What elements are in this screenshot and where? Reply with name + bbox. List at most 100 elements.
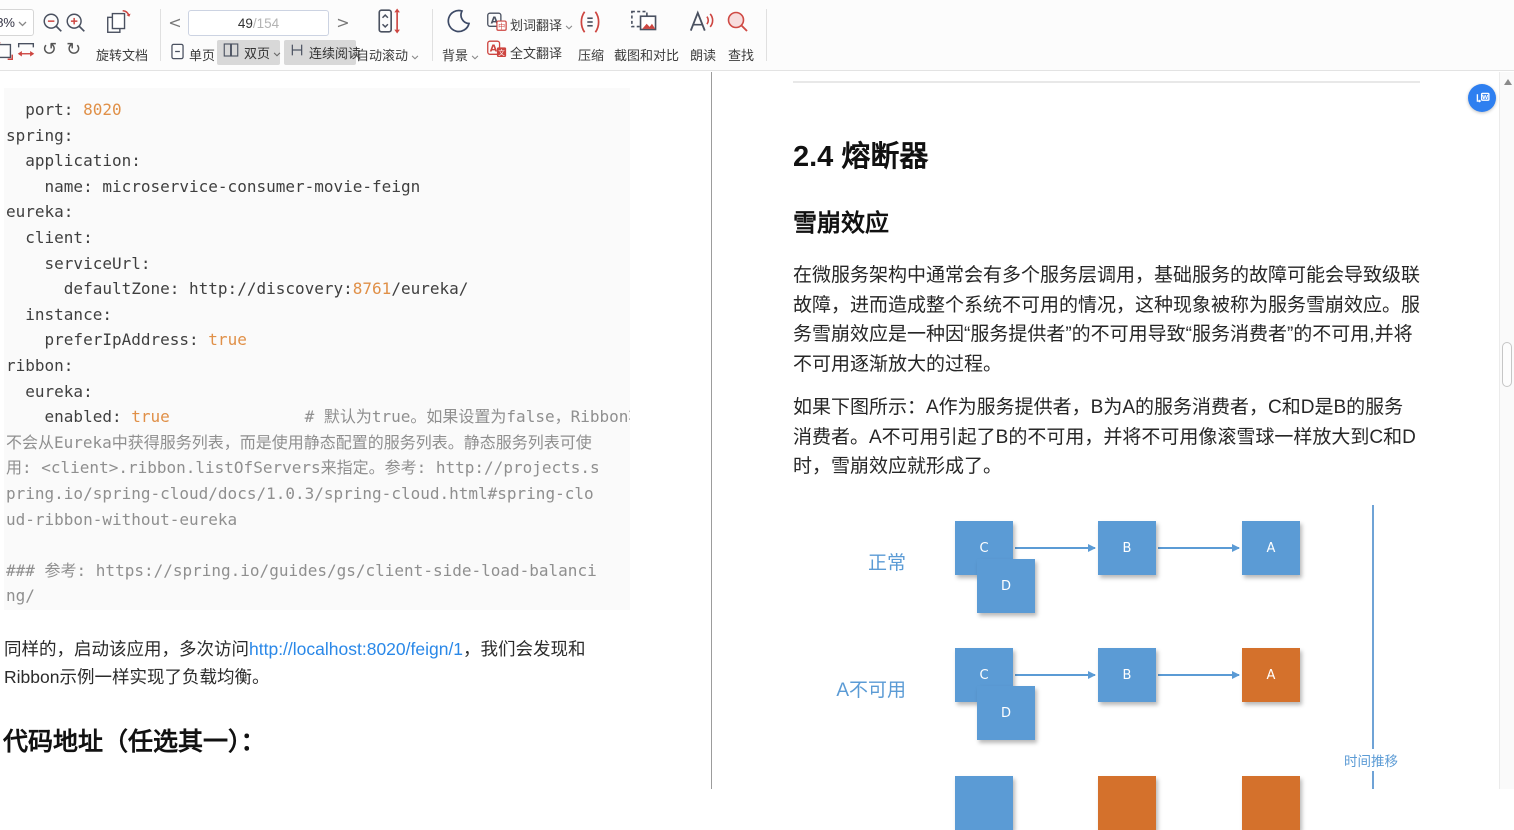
single-page-button[interactable]: 单页 xyxy=(189,45,215,64)
chevron-down-icon xyxy=(18,15,27,30)
read-aloud-button[interactable]: 朗读 xyxy=(690,45,716,64)
diagram-row-label: A不可用 xyxy=(788,675,906,702)
screenshot-compare-button[interactable]: 截图和对比 xyxy=(614,45,679,64)
code-line: port: 8020 xyxy=(6,97,630,123)
current-page: 49 xyxy=(238,16,253,31)
double-page-icon xyxy=(222,41,240,64)
screenshot-compare-icon[interactable] xyxy=(629,7,659,37)
single-page-icon[interactable] xyxy=(168,41,187,62)
crop-icon[interactable] xyxy=(0,40,15,62)
zoom-out-button[interactable] xyxy=(41,11,65,35)
chevron-down-icon xyxy=(411,48,419,63)
scrollbar-thumb[interactable] xyxy=(1502,342,1512,387)
arrow xyxy=(1015,674,1095,676)
auto-scroll-icon[interactable] xyxy=(376,6,402,36)
find-button[interactable]: 查找 xyxy=(728,45,754,64)
diagram-node-C xyxy=(955,776,1013,830)
toolbar-divider xyxy=(766,9,767,61)
previous-page-button[interactable]: < xyxy=(166,11,184,35)
find-icon[interactable] xyxy=(725,9,751,35)
svg-text:A: A xyxy=(490,43,498,54)
paragraph-text: 同样的，启动该应用，多次访问 xyxy=(4,639,249,659)
auto-scroll-button[interactable]: 自动滚动 xyxy=(356,45,419,64)
toolbar-divider xyxy=(432,9,433,61)
svg-text:中: 中 xyxy=(498,21,505,30)
code-line: instance: xyxy=(6,302,630,328)
timeline-label: 时间推移 xyxy=(1342,749,1400,771)
arrow xyxy=(1158,674,1239,676)
code-line: eureka: xyxy=(6,199,630,225)
horizontal-rule xyxy=(793,81,1420,83)
toolbar-divider xyxy=(160,9,161,61)
svg-text:W: W xyxy=(1482,95,1488,101)
background-label: 背景 xyxy=(442,48,468,63)
code-block: port: 8020spring: application: name: mic… xyxy=(4,88,630,610)
scrollbar-up-arrow[interactable] xyxy=(1504,79,1512,85)
section-heading: 2.4 熔断器 xyxy=(793,133,928,175)
code-line: eureka: xyxy=(6,379,630,405)
code-address-heading: 代码地址（任选其一）： xyxy=(3,722,266,758)
toolbar: 8% 旋转文档 ↺ ↻ < 49/154 > 单页 双页 连续阅读 自动滚动 xyxy=(0,0,1514,71)
rotate-document-button[interactable]: 旋转文档 xyxy=(96,45,148,64)
code-line: name: microservice-consumer-movie-feign xyxy=(6,174,630,200)
double-page-label: 双页 xyxy=(244,43,270,62)
continuous-read-icon xyxy=(289,42,305,63)
compress-button[interactable]: 压缩 xyxy=(578,45,604,64)
page-divider xyxy=(711,72,712,789)
localhost-link[interactable]: http://localhost:8020/feign/1 xyxy=(249,639,463,659)
background-moon-icon[interactable] xyxy=(446,7,472,35)
code-line: defaultZone: http://discovery:8761/eurek… xyxy=(6,276,630,302)
diagram-node-B: B xyxy=(1098,521,1156,575)
zoom-level-select[interactable]: 8% xyxy=(0,9,34,36)
code-line: ribbon: xyxy=(6,353,630,379)
chevron-down-icon xyxy=(565,18,573,33)
diagram-node-A: A xyxy=(1242,648,1300,702)
word-translate-icon[interactable]: A中 xyxy=(486,11,507,32)
vertical-scrollbar[interactable] xyxy=(1499,72,1514,789)
background-button[interactable]: 背景 xyxy=(442,45,479,64)
diagram-node-B xyxy=(1098,776,1156,830)
zoom-in-button[interactable] xyxy=(64,11,88,35)
double-page-button[interactable]: 双页 xyxy=(217,40,280,65)
rotate-right-icon[interactable]: ↻ xyxy=(66,39,81,61)
code-line: application: xyxy=(6,148,630,174)
fit-width-icon[interactable] xyxy=(15,40,37,62)
convert-icon: W xyxy=(1474,90,1491,107)
read-aloud-icon[interactable] xyxy=(687,8,715,36)
total-pages: /154 xyxy=(253,16,279,31)
zoom-level-value: 8% xyxy=(0,15,15,30)
arrow xyxy=(1158,547,1239,549)
continuous-read-button[interactable]: 连续阅读 xyxy=(284,40,356,65)
code-line: serviceUrl: xyxy=(6,251,630,277)
diagram-node-B: B xyxy=(1098,648,1156,702)
timeline-axis xyxy=(1372,505,1374,789)
paragraph: 如果下图所示：A作为服务提供者，B为A的服务消费者，C和D是B的服务消费者。A不… xyxy=(793,393,1422,482)
auto-scroll-label: 自动滚动 xyxy=(356,48,408,63)
convert-document-button[interactable]: W xyxy=(1468,84,1496,112)
next-page-button[interactable]: > xyxy=(334,11,352,35)
code-line: ### 参考: https://spring.io/guides/gs/clie… xyxy=(6,558,630,584)
page-number-input[interactable]: 49/154 xyxy=(188,10,329,36)
code-line: enabled: true # 默认为true。如果设置为false，Ribbo… xyxy=(6,404,630,430)
diagram-node-D: D xyxy=(977,559,1035,613)
code-line: client: xyxy=(6,225,630,251)
full-translate-icon[interactable]: A文 xyxy=(486,39,507,60)
compress-icon[interactable] xyxy=(576,8,604,36)
continuous-read-label: 连续阅读 xyxy=(309,43,361,62)
full-translate-button[interactable]: 全文翻译 xyxy=(510,43,562,62)
chevron-down-icon xyxy=(471,48,479,63)
code-line: ng/ xyxy=(6,583,630,609)
diagram-node-D: D xyxy=(977,686,1035,740)
diagram-node-A xyxy=(1242,776,1300,830)
code-line: 不会从Eureka中获得服务列表，而是使用静态配置的服务列表。静态服务列表可使 xyxy=(6,430,630,456)
paragraph: 在微服务架构中通常会有多个服务层调用，基础服务的故障可能会导致级联故障，进而造成… xyxy=(793,261,1422,379)
paragraph: 同样的，启动该应用，多次访问http://localhost:8020/feig… xyxy=(4,635,628,691)
rotate-left-icon[interactable]: ↺ xyxy=(42,39,57,61)
diagram-node-A: A xyxy=(1242,521,1300,575)
code-line: 用: <client>.ribbon.listOfServers来指定。参考: … xyxy=(6,455,630,481)
code-line: spring: xyxy=(6,123,630,149)
arrow xyxy=(1015,547,1095,549)
word-translate-button[interactable]: 划词翻译 xyxy=(510,15,573,34)
rotate-document-icon[interactable] xyxy=(104,8,132,36)
code-line: ud-ribbon-without-eureka xyxy=(6,507,630,533)
